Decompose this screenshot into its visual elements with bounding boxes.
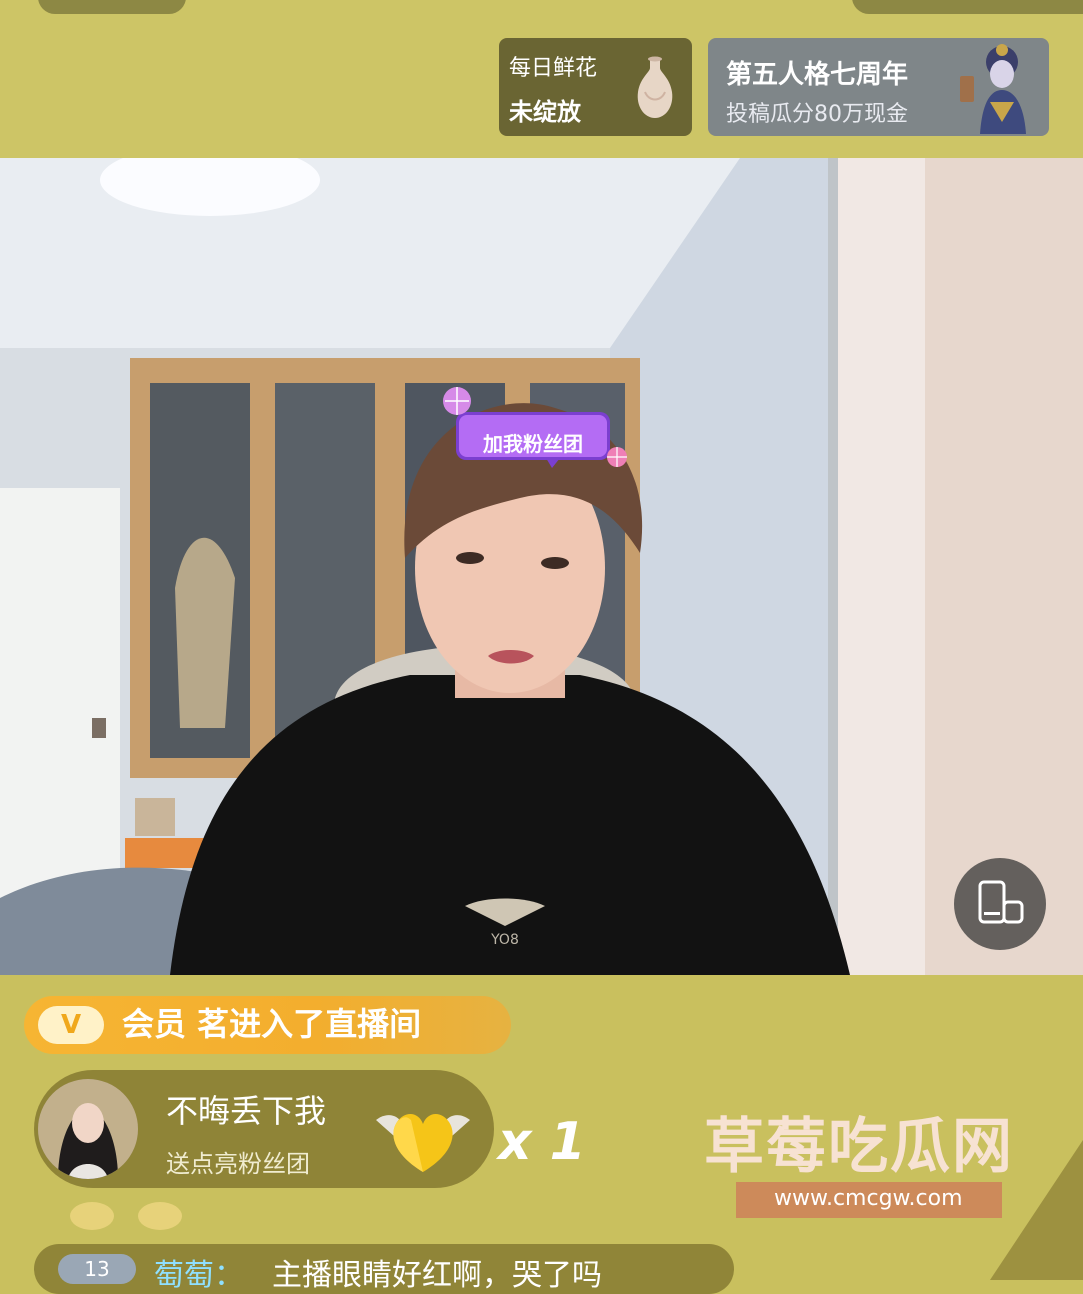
character-portrait-icon [960,44,1026,134]
pending-gift-dots [70,1202,182,1230]
rotate-screen-icon [978,880,1024,924]
live-video[interactable]: YO8 [0,158,1083,975]
daily-flower-card[interactable]: 每日鲜花 未绽放 [499,38,692,136]
watermark-triangle [990,1140,1083,1280]
watermark-url: www.cmcgw.com [774,1186,963,1211]
chat-text: 主播眼睛好红啊，哭了吗 [272,1258,602,1293]
fan-club-tag-label: 加我粉丝团 [483,432,583,456]
chat-username[interactable]: 萄萄： [154,1250,244,1294]
top-left-pill[interactable] [38,0,186,14]
streamer-video-frame: YO8 [0,158,1083,975]
disco-ball-small-icon [607,447,627,467]
heart-icon [376,1113,470,1172]
gift-sender-name: 不晦丢下我 [166,1092,327,1130]
rotate-screen-button[interactable] [954,858,1046,950]
svg-text:YO8: YO8 [490,932,519,948]
event-banner[interactable]: 第五人格七周年 投稿瓜分80万现金 [708,38,1049,136]
avatar[interactable] [38,1079,138,1179]
gift-count: x 1 [498,1112,586,1172]
member-enter-banner: V 会员 茗进入了直播间 [24,996,511,1054]
chat-message[interactable]: 13 萄萄： 主播眼睛好红啊，哭了吗 [34,1244,734,1294]
event-subtitle: 投稿瓜分80万现金 [726,102,908,127]
avatar-image [38,1079,138,1179]
flower-title: 每日鲜花 [509,56,598,81]
disco-ball-icon [443,387,471,415]
member-enter-text: 会员 茗进入了直播间 [122,1005,422,1043]
vip-badge: V [38,1006,104,1044]
top-right-pill[interactable] [852,0,1083,14]
gift-action-text: 送点亮粉丝团 [166,1150,310,1178]
vase-icon [637,56,673,118]
event-title: 第五人格七周年 [726,60,909,90]
watermark-title: 草莓吃瓜网 [704,1112,1014,1182]
flower-status: 未绽放 [509,98,581,126]
